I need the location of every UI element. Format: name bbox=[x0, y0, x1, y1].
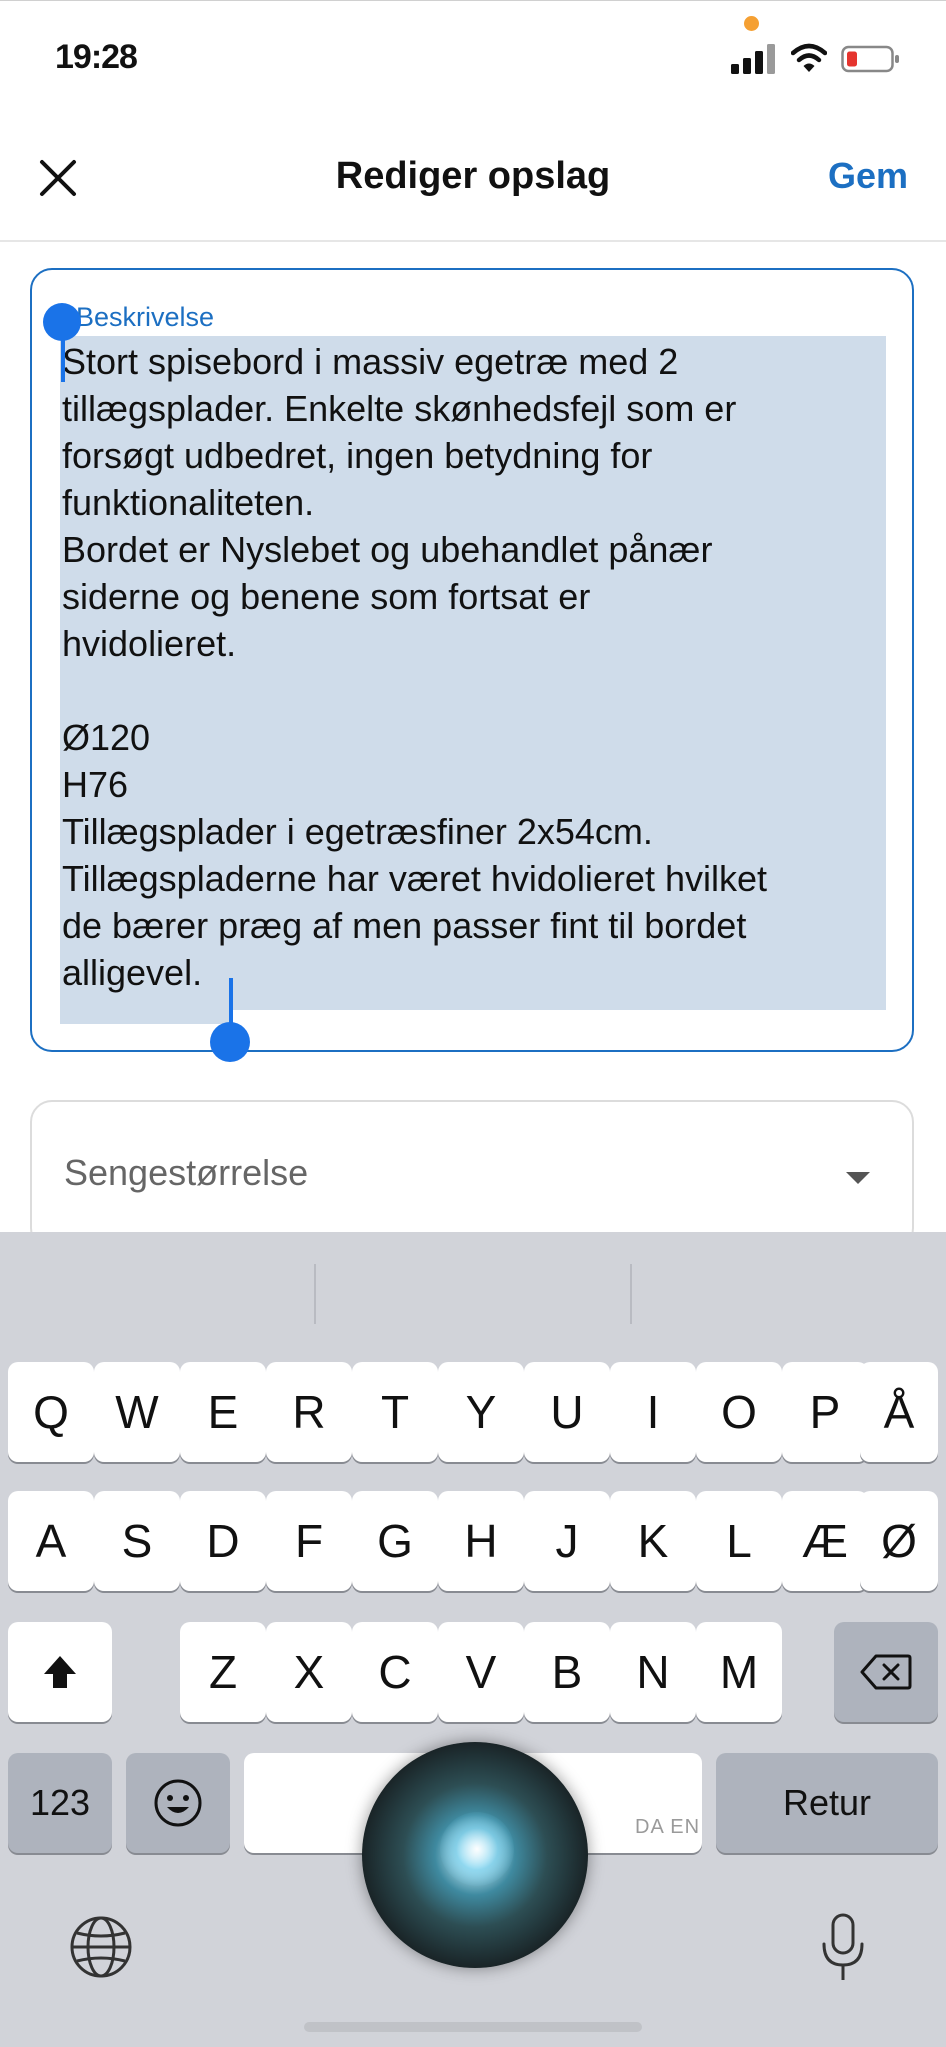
key-j[interactable]: J bbox=[524, 1491, 610, 1591]
language-hint: DA EN bbox=[635, 1816, 701, 1838]
key-m[interactable]: M bbox=[696, 1622, 782, 1722]
battery-low-icon bbox=[841, 45, 899, 73]
keyboard: Q W E R T Y U I O P Å A S D F G H J K L … bbox=[0, 1232, 946, 2047]
key-o[interactable]: O bbox=[696, 1362, 782, 1462]
key-oe[interactable]: Ø bbox=[860, 1491, 938, 1591]
description-label: Beskrivelse bbox=[76, 302, 215, 332]
globe-icon[interactable] bbox=[68, 1914, 134, 1980]
key-b[interactable]: B bbox=[524, 1622, 610, 1722]
top-divider bbox=[0, 0, 946, 1]
suggestion-separator bbox=[630, 1264, 632, 1324]
save-button[interactable]: Gem bbox=[828, 155, 908, 197]
backspace-key[interactable] bbox=[834, 1622, 938, 1722]
key-r[interactable]: R bbox=[266, 1362, 352, 1462]
emoji-icon bbox=[154, 1779, 202, 1827]
key-h[interactable]: H bbox=[438, 1491, 524, 1591]
status-time: 19:28 bbox=[55, 38, 138, 76]
screen: 19:28 Rediger opslag Gem Beskrivelse Sto… bbox=[0, 0, 946, 2047]
key-e[interactable]: E bbox=[180, 1362, 266, 1462]
key-g[interactable]: G bbox=[352, 1491, 438, 1591]
key-z[interactable]: Z bbox=[180, 1622, 266, 1722]
key-s[interactable]: S bbox=[94, 1491, 180, 1591]
key-i[interactable]: I bbox=[610, 1362, 696, 1462]
key-d[interactable]: D bbox=[180, 1491, 266, 1591]
home-indicator bbox=[304, 2022, 642, 2032]
key-k[interactable]: K bbox=[610, 1491, 696, 1591]
numbers-key[interactable]: 123 bbox=[8, 1753, 112, 1853]
selection-start-handle[interactable] bbox=[43, 303, 81, 341]
selection-end-handle[interactable] bbox=[210, 1022, 250, 1062]
key-t[interactable]: T bbox=[352, 1362, 438, 1462]
key-c[interactable]: C bbox=[352, 1622, 438, 1722]
wifi-icon bbox=[791, 43, 827, 72]
shift-key[interactable] bbox=[8, 1622, 112, 1722]
key-a[interactable]: A bbox=[8, 1491, 94, 1591]
emoji-key[interactable] bbox=[126, 1753, 230, 1853]
description-text[interactable]: Stort spisebord i massiv egetræ med 2 ti… bbox=[62, 338, 902, 996]
suggestion-separator bbox=[314, 1264, 316, 1324]
key-f[interactable]: F bbox=[266, 1491, 352, 1591]
key-aa[interactable]: Å bbox=[860, 1362, 938, 1462]
key-u[interactable]: U bbox=[524, 1362, 610, 1462]
microphone-icon[interactable] bbox=[820, 1912, 866, 1984]
bed-size-placeholder: Sengestørrelse bbox=[64, 1152, 309, 1193]
key-x[interactable]: X bbox=[266, 1622, 352, 1722]
key-p[interactable]: P bbox=[782, 1362, 868, 1462]
key-ae[interactable]: Æ bbox=[782, 1491, 868, 1591]
key-v[interactable]: V bbox=[438, 1622, 524, 1722]
shift-icon bbox=[44, 1656, 76, 1688]
return-key[interactable]: Retur bbox=[716, 1753, 938, 1853]
key-w[interactable]: W bbox=[94, 1362, 180, 1462]
key-l[interactable]: L bbox=[696, 1491, 782, 1591]
privacy-indicator-dot bbox=[744, 16, 759, 31]
page-title: Rediger opslag bbox=[335, 155, 611, 197]
cellular-signal-icon bbox=[731, 44, 775, 74]
key-n[interactable]: N bbox=[610, 1622, 696, 1722]
bed-size-select[interactable]: Sengestørrelse bbox=[30, 1100, 914, 1250]
key-q[interactable]: Q bbox=[8, 1362, 94, 1462]
siri-orb-glow bbox=[440, 1812, 514, 1886]
header-divider bbox=[0, 240, 946, 242]
chevron-down-icon bbox=[846, 1172, 870, 1184]
backspace-icon bbox=[860, 1654, 912, 1690]
selection-end-caret bbox=[229, 978, 233, 1028]
key-y[interactable]: Y bbox=[438, 1362, 524, 1462]
